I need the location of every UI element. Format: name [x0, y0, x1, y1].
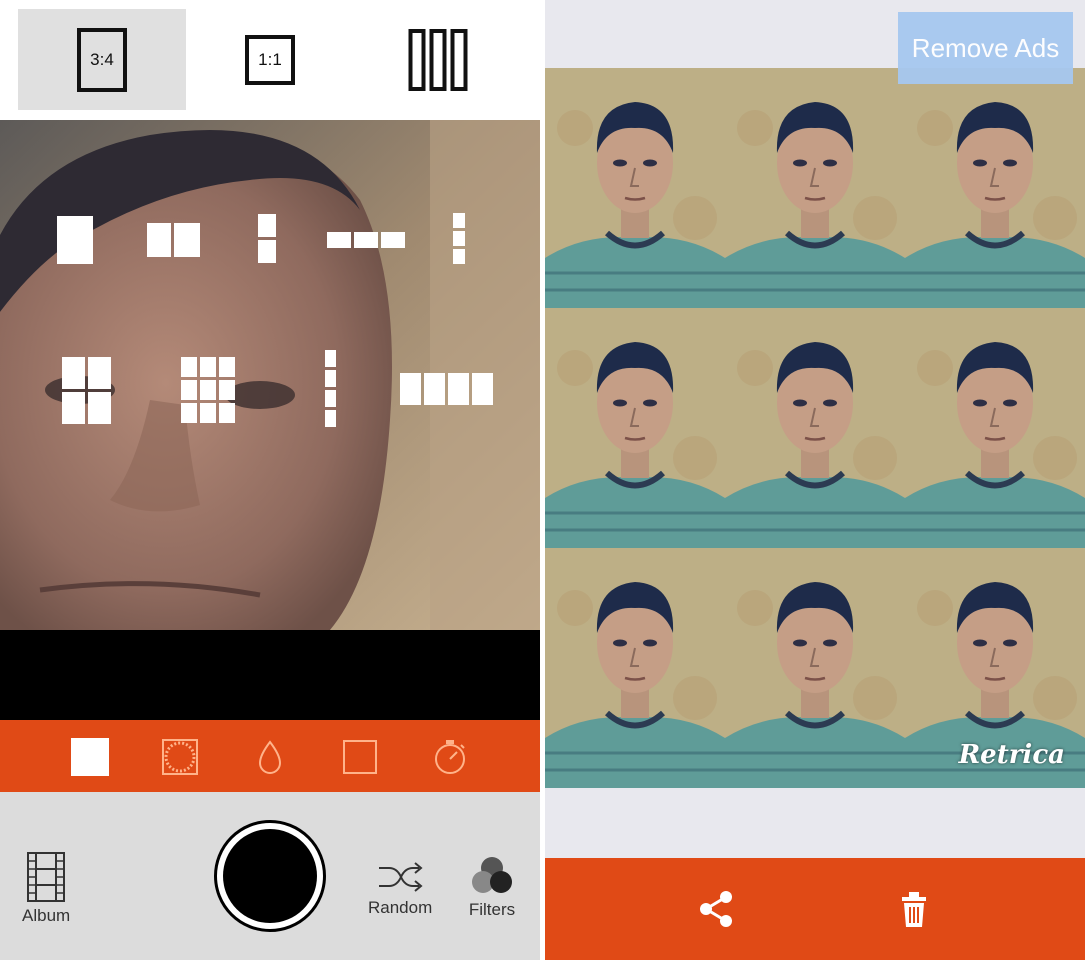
collage-photo-cell [545, 548, 725, 788]
photo-collage-3x3 [545, 68, 1085, 788]
capture-bar: Album Random Filters [0, 792, 540, 960]
strip-layout-icon [408, 28, 468, 91]
layout-3-vertical-option[interactable] [453, 213, 465, 264]
ratio-1-1-button[interactable]: 1:1 [186, 9, 354, 110]
camera-viewfinder[interactable] [0, 120, 540, 630]
action-bar [545, 858, 1085, 960]
aspect-ratio-bar: 3:4 1:1 [0, 0, 540, 120]
random-button[interactable]: Random [368, 860, 432, 918]
filters-button[interactable]: Filters [468, 856, 516, 920]
retrica-watermark: Retrica [958, 740, 1065, 770]
layout-3-horizontal-option[interactable] [327, 232, 405, 248]
circle-vignette-icon [162, 739, 198, 775]
collage-photo-cell [545, 68, 725, 308]
ratio-strip-button[interactable] [354, 9, 522, 110]
square-fill-icon [71, 738, 109, 776]
mode-vignette[interactable] [160, 737, 200, 777]
share-icon [700, 891, 732, 927]
album-label: Album [22, 906, 71, 925]
layout-2-vertical-option[interactable] [258, 214, 276, 263]
album-button[interactable]: Album [22, 852, 70, 926]
camera-panel: 3:4 1:1 Album Random Filters [0, 0, 540, 960]
delete-button[interactable] [893, 888, 935, 930]
mode-bar [0, 720, 540, 792]
collage-photo-cell [725, 68, 905, 308]
mode-frame[interactable] [340, 737, 380, 777]
film-strip-icon [27, 852, 66, 902]
share-button[interactable] [695, 888, 737, 930]
ratio-3-4-icon: 3:4 [77, 27, 127, 92]
shuffle-icon [379, 862, 423, 892]
collage-photo-cell [545, 308, 725, 548]
shutter-button[interactable] [214, 820, 326, 932]
mode-blur[interactable] [250, 737, 290, 777]
square-outline-icon [343, 740, 377, 774]
layout-2x2-option[interactable] [62, 357, 111, 424]
trash-icon [902, 892, 926, 927]
random-label: Random [368, 898, 433, 917]
ratio-1-1-icon: 1:1 [245, 34, 295, 85]
collage-photo-cell [725, 308, 905, 548]
mode-timer[interactable] [430, 737, 470, 777]
preview-bottom-band [0, 630, 540, 720]
layout-4-vertical-option[interactable] [325, 350, 336, 427]
filters-icon [472, 857, 512, 893]
layout-1x1-option[interactable] [57, 216, 93, 264]
preview-panel: Remove Ads Retrica [545, 0, 1085, 960]
filters-label: Filters [468, 900, 516, 919]
collage-photo-cell [905, 68, 1085, 308]
layout-4-horizontal-option[interactable] [400, 373, 493, 405]
ratio-3-4-button[interactable]: 3:4 [18, 9, 186, 110]
layout-2-horizontal-option[interactable] [147, 223, 200, 257]
layout-3x3-option[interactable] [181, 357, 235, 423]
collage-photo-cell [905, 308, 1085, 548]
collage-photo-cell [725, 548, 905, 788]
remove-ads-button[interactable]: Remove Ads [898, 12, 1073, 84]
timer-icon [435, 740, 465, 774]
mode-square-fill[interactable] [70, 737, 110, 777]
drop-blur-icon [258, 740, 282, 774]
